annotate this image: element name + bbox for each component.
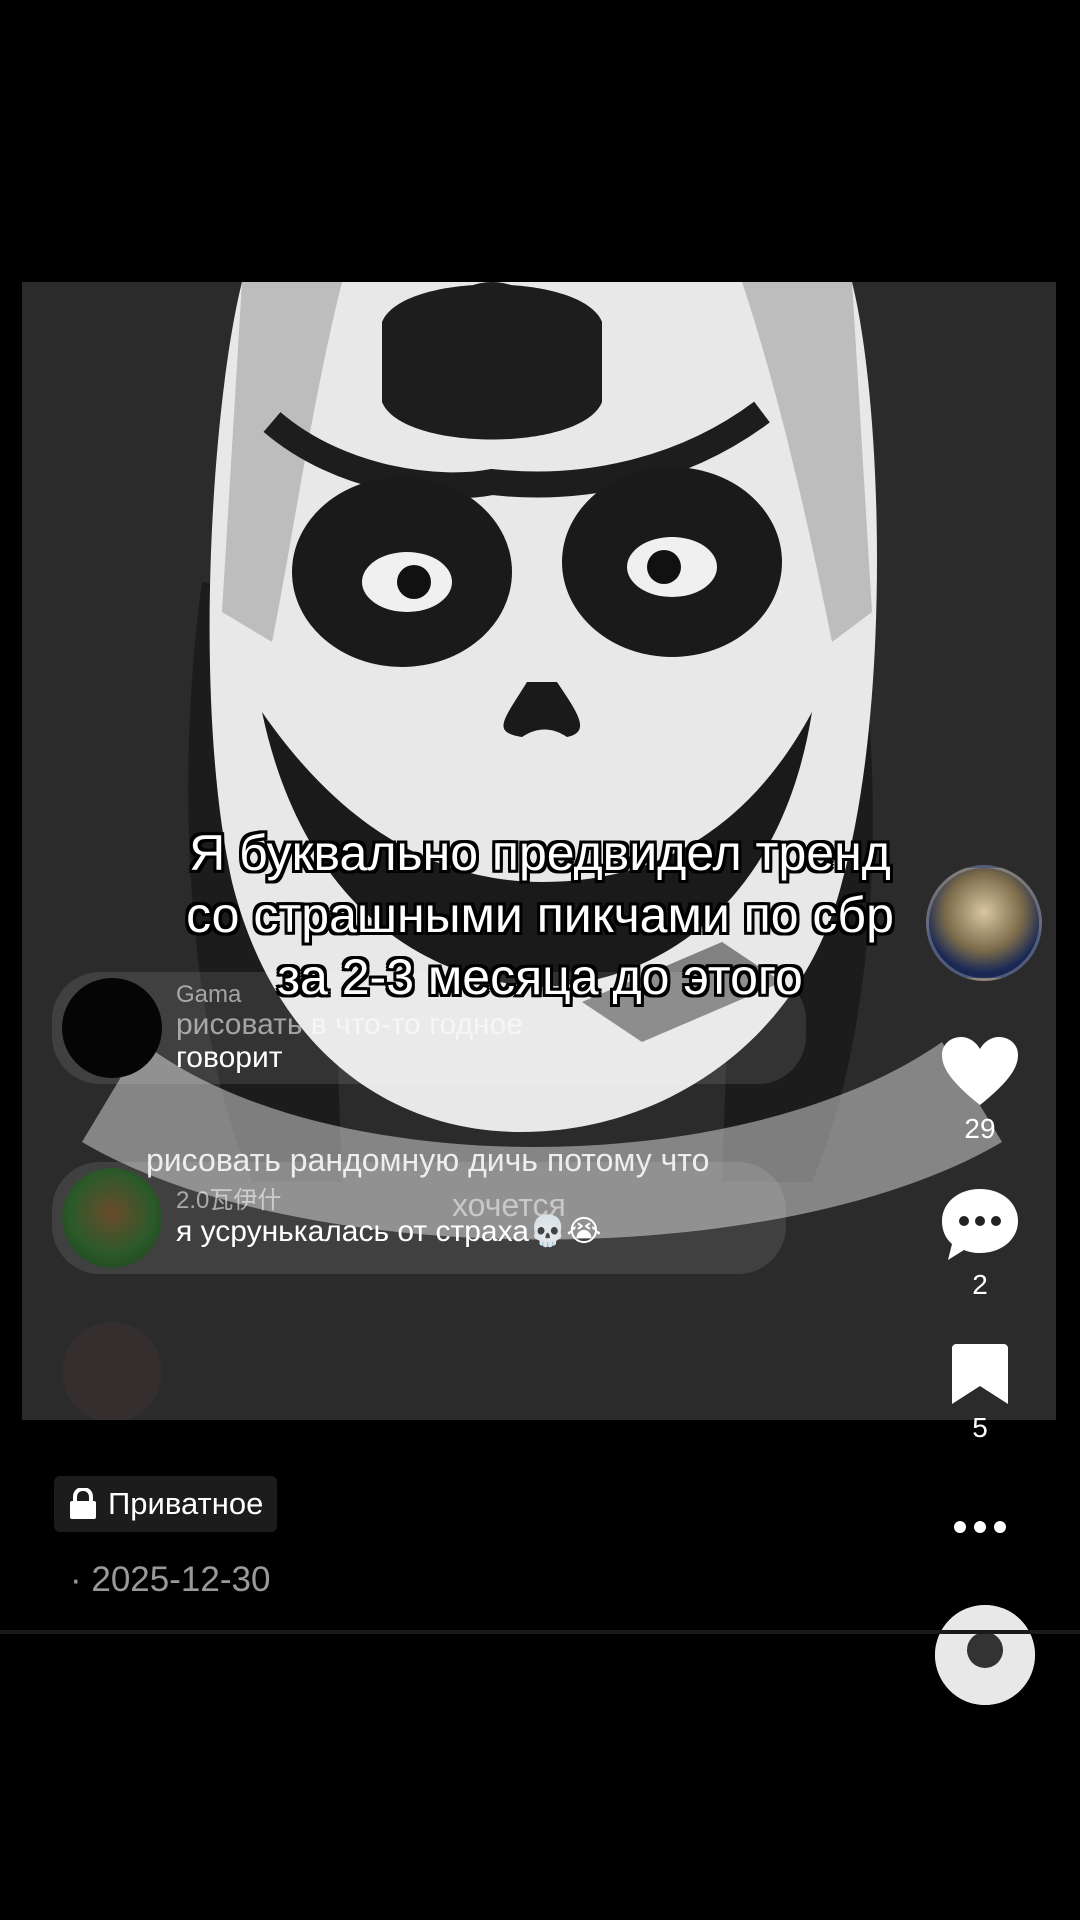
video-screen: Gama рисовать в что-то годное говорит ри…	[0, 0, 1080, 1920]
faded-commenter-avatar	[62, 1322, 162, 1420]
heart-icon	[942, 1037, 1018, 1105]
comment-button[interactable]: 2	[920, 1187, 1040, 1301]
embedded-comment-2: 2.0瓦伊什 я усрунькалась от страха💀😭	[52, 1162, 786, 1274]
commenter-name: 2.0瓦伊什	[176, 1187, 282, 1215]
lock-icon	[70, 1488, 96, 1519]
bookmark-icon	[952, 1344, 1008, 1404]
video-caption: Я буквально предвидел тренд со страшными…	[40, 822, 1040, 1008]
comment-text-line2: говорит	[176, 1041, 283, 1075]
comment-text: рисовать в что-то годное	[176, 1008, 523, 1042]
comment-count: 2	[972, 1269, 988, 1300]
sound-avatar[interactable]	[935, 1605, 1035, 1705]
creator-avatar[interactable]	[926, 865, 1042, 981]
privacy-label: Приватное	[108, 1486, 264, 1521]
caption-line: Я буквально предвидел тренд	[189, 825, 891, 881]
like-count: 29	[964, 1113, 996, 1144]
bottom-divider	[0, 1630, 1080, 1634]
caption-line: за 2-3 месяца до этого	[277, 949, 803, 1005]
save-button[interactable]: 5	[920, 1342, 1040, 1444]
comment-bubble-icon	[942, 1189, 1018, 1260]
sound-avatar-image	[935, 1605, 1035, 1705]
post-date: · 2025-12-30	[70, 1560, 271, 1599]
commenter-avatar	[62, 1168, 162, 1268]
like-button[interactable]: 29	[920, 1035, 1040, 1145]
private-badge: Приватное	[54, 1476, 278, 1532]
more-dots-icon[interactable]	[950, 1515, 1010, 1539]
save-count: 5	[972, 1412, 988, 1443]
caption-line: со страшными пикчами по сбр	[186, 887, 894, 943]
comment-text: я усрунькалась от страха💀😭	[176, 1214, 602, 1248]
